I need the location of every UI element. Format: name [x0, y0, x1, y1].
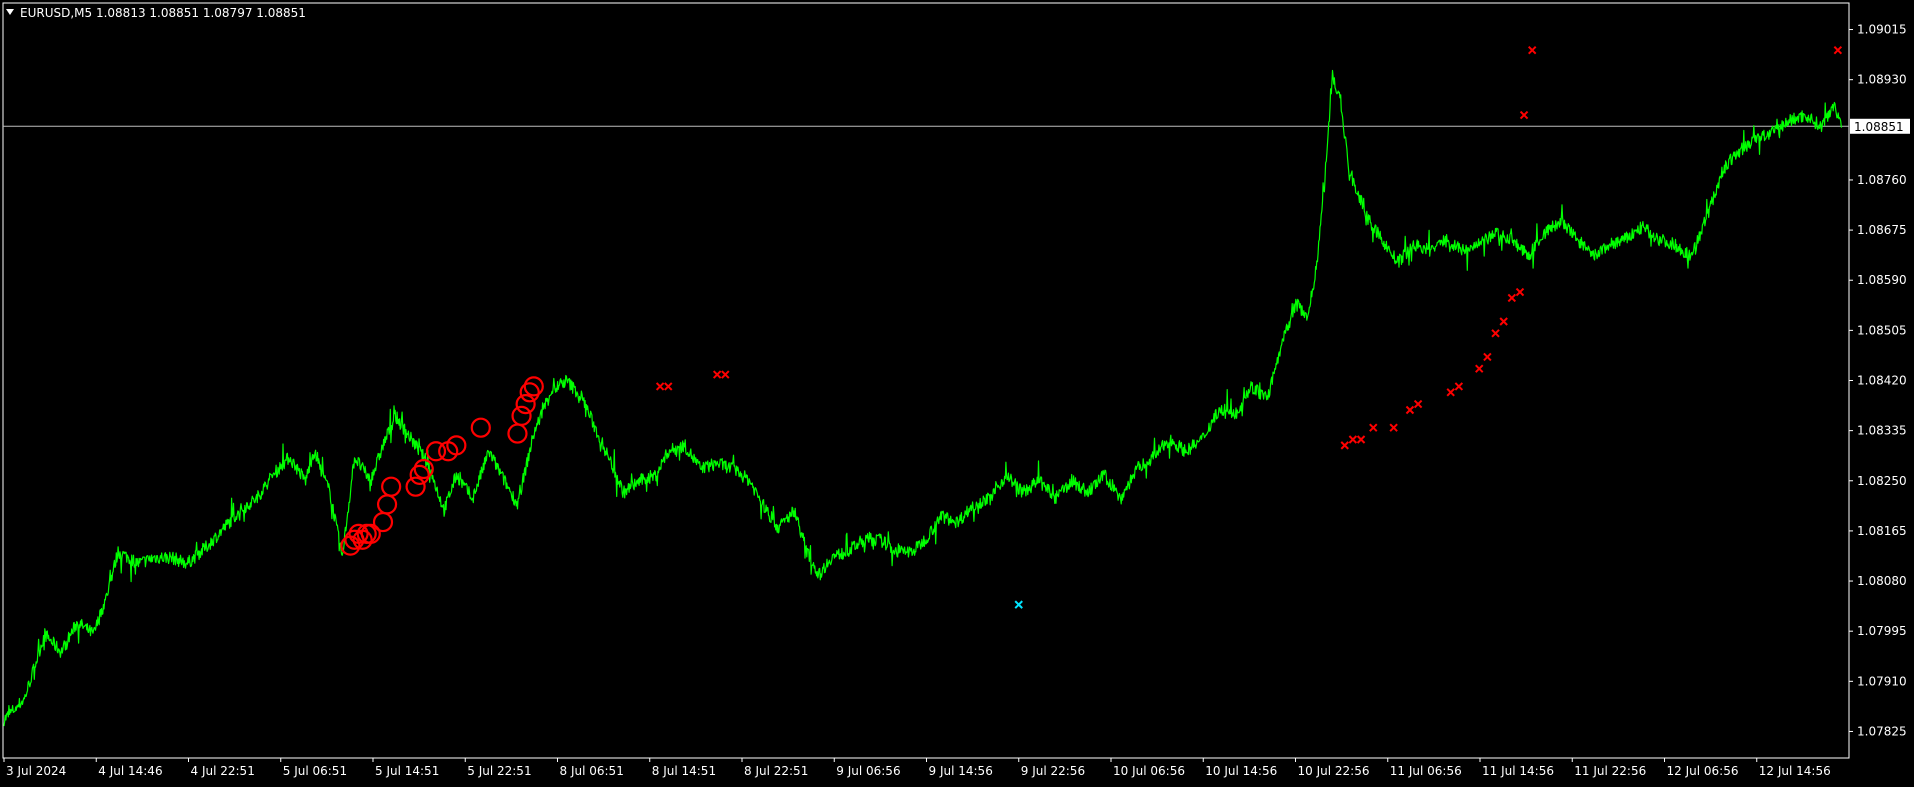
time-tick-label: 11 Jul 06:56	[1390, 764, 1462, 778]
time-tick-label: 10 Jul 14:56	[1205, 764, 1277, 778]
time-tick-label: 11 Jul 22:56	[1574, 764, 1646, 778]
price-tick-label: 1.08250	[1857, 474, 1907, 488]
price-tick-label: 1.08930	[1857, 73, 1907, 87]
time-tick-label: 10 Jul 06:56	[1113, 764, 1185, 778]
price-tick-label: 1.08590	[1857, 273, 1907, 287]
price-tick-label: 1.08760	[1857, 173, 1907, 187]
price-tick-label: 1.07910	[1857, 674, 1907, 688]
price-chart[interactable]: EURUSD,M5 1.08813 1.08851 1.08797 1.0885…	[0, 0, 1914, 783]
time-tick-label: 12 Jul 14:56	[1759, 764, 1831, 778]
price-tick-label: 1.08080	[1857, 574, 1907, 588]
time-tick-label: 3 Jul 2024	[6, 764, 66, 778]
price-tick-label: 1.09015	[1857, 23, 1907, 37]
price-tick-label: 1.08675	[1857, 223, 1907, 237]
time-tick-label: 11 Jul 14:56	[1482, 764, 1554, 778]
time-tick-label: 9 Jul 14:56	[929, 764, 993, 778]
time-tick-label: 8 Jul 22:51	[744, 764, 808, 778]
price-tick-label: 1.08335	[1857, 424, 1907, 438]
time-tick-label: 8 Jul 06:51	[560, 764, 624, 778]
price-tick-label: 1.08165	[1857, 524, 1907, 538]
price-tick-label: 1.08420	[1857, 374, 1907, 388]
time-tick-label: 9 Jul 06:56	[836, 764, 900, 778]
current-price-label: 1.08851	[1854, 120, 1904, 134]
chart-window[interactable]: EURUSD,M5 1.08813 1.08851 1.08797 1.0885…	[0, 0, 1914, 783]
time-tick-label: 10 Jul 22:56	[1298, 764, 1370, 778]
chart-title: EURUSD,M5 1.08813 1.08851 1.08797 1.0885…	[20, 6, 306, 20]
price-tick-label: 1.07995	[1857, 624, 1907, 638]
price-tick-label: 1.07825	[1857, 724, 1907, 738]
time-tick-label: 12 Jul 06:56	[1667, 764, 1739, 778]
time-tick-label: 5 Jul 14:51	[375, 764, 439, 778]
time-tick-label: 9 Jul 22:56	[1021, 764, 1085, 778]
time-tick-label: 5 Jul 06:51	[283, 764, 347, 778]
current-price-tag: 1.08851	[1850, 118, 1910, 134]
price-tick-label: 1.08505	[1857, 323, 1907, 337]
time-tick-label: 8 Jul 14:51	[652, 764, 716, 778]
chart-background	[0, 0, 1914, 783]
time-tick-label: 4 Jul 22:51	[191, 764, 255, 778]
time-tick-label: 4 Jul 14:46	[98, 764, 162, 778]
time-tick-label: 5 Jul 22:51	[467, 764, 531, 778]
